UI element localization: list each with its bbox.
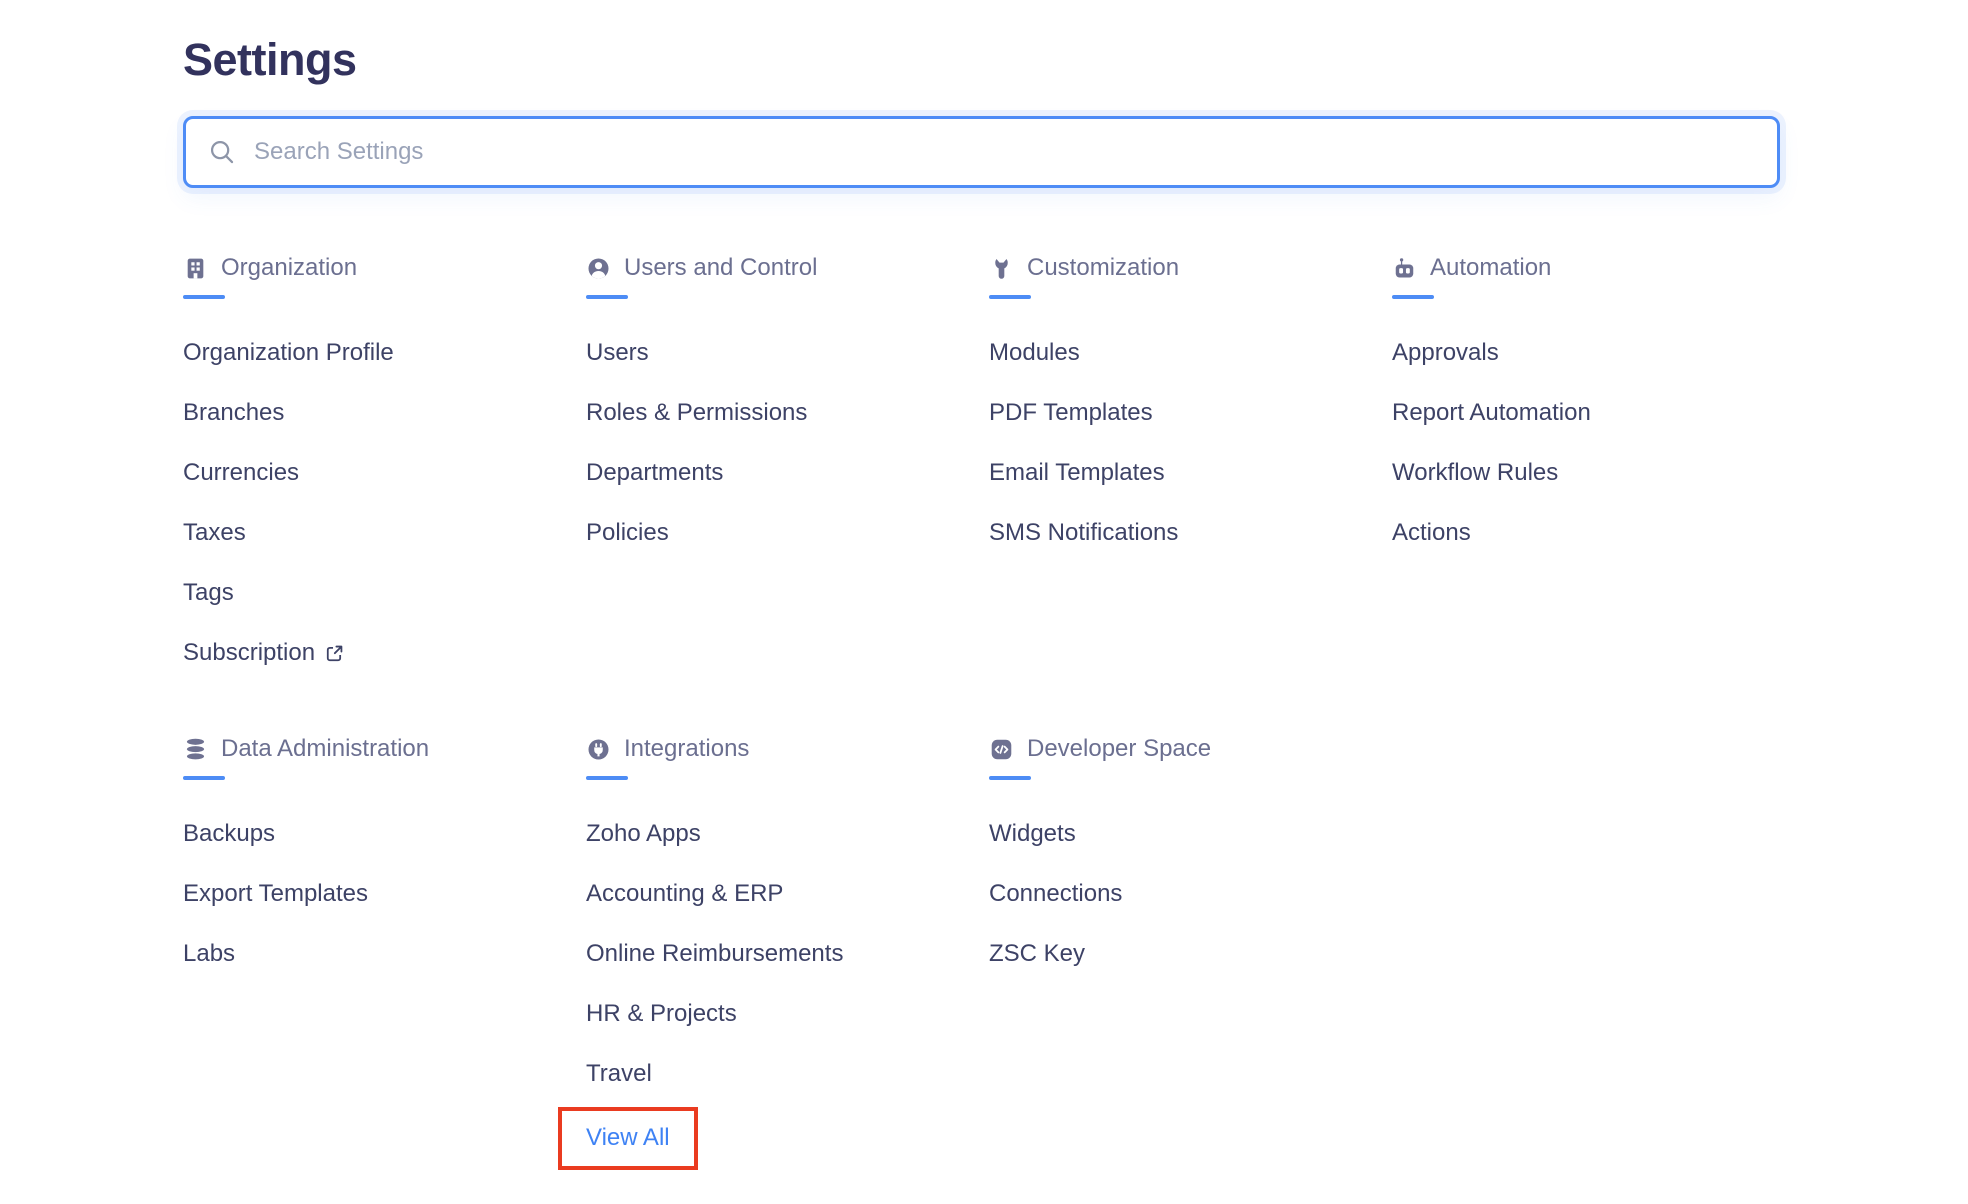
section-accent-underline bbox=[183, 295, 225, 299]
section-customization-header: Customization bbox=[989, 252, 1392, 284]
settings-link-tags[interactable]: Tags bbox=[183, 563, 234, 623]
settings-link-branches[interactable]: Branches bbox=[183, 383, 284, 443]
settings-link-users[interactable]: Users bbox=[586, 323, 649, 383]
subscription-label: Subscription bbox=[183, 638, 315, 668]
section-accent-underline bbox=[586, 776, 628, 780]
settings-link-widgets[interactable]: Widgets bbox=[989, 804, 1076, 864]
section-customization: Customization Modules PDF Templates Emai… bbox=[989, 252, 1392, 683]
settings-link-subscription[interactable]: Subscription bbox=[183, 623, 345, 683]
search-bar[interactable] bbox=[183, 116, 1780, 188]
section-integrations: Integrations Zoho Apps Accounting & ERP … bbox=[586, 733, 989, 1170]
section-organization: Organization Organization Profile Branch… bbox=[183, 252, 586, 683]
section-data-administration-header: Data Administration bbox=[183, 733, 586, 765]
robot-icon bbox=[1392, 256, 1417, 281]
section-integrations-title: Integrations bbox=[624, 735, 749, 763]
settings-link-backups[interactable]: Backups bbox=[183, 804, 275, 864]
settings-link-zoho-apps[interactable]: Zoho Apps bbox=[586, 804, 701, 864]
settings-page: Settings Organiz bbox=[0, 0, 1968, 1204]
code-icon bbox=[989, 737, 1014, 762]
section-developer-space-title: Developer Space bbox=[1027, 735, 1211, 763]
settings-link-online-reimbursements[interactable]: Online Reimbursements bbox=[586, 924, 843, 984]
settings-link-travel[interactable]: Travel bbox=[586, 1044, 652, 1104]
section-data-administration-title: Data Administration bbox=[221, 735, 429, 763]
section-automation: Automation Approvals Report Automation W… bbox=[1392, 252, 1795, 683]
settings-link-actions[interactable]: Actions bbox=[1392, 503, 1471, 563]
search-icon bbox=[208, 138, 236, 166]
search-input[interactable] bbox=[252, 137, 1755, 167]
section-automation-header: Automation bbox=[1392, 252, 1795, 284]
section-organization-header: Organization bbox=[183, 252, 586, 284]
page-title: Settings bbox=[183, 34, 1968, 86]
section-users-and-control: Users and Control Users Roles & Permissi… bbox=[586, 252, 989, 683]
settings-link-organization-profile[interactable]: Organization Profile bbox=[183, 323, 394, 383]
settings-link-connections[interactable]: Connections bbox=[989, 864, 1122, 924]
database-icon bbox=[183, 737, 208, 762]
plug-circle-icon bbox=[586, 737, 611, 762]
section-accent-underline bbox=[183, 776, 225, 780]
section-automation-title: Automation bbox=[1430, 254, 1551, 282]
section-customization-title: Customization bbox=[1027, 254, 1179, 282]
settings-link-hr-projects[interactable]: HR & Projects bbox=[586, 984, 737, 1044]
settings-link-zsc-key[interactable]: ZSC Key bbox=[989, 924, 1085, 984]
section-developer-space: Developer Space Widgets Connections ZSC … bbox=[989, 733, 1392, 1170]
wrench-icon bbox=[989, 256, 1014, 281]
settings-link-pdf-templates[interactable]: PDF Templates bbox=[989, 383, 1153, 443]
section-users-and-control-header: Users and Control bbox=[586, 252, 989, 284]
settings-link-export-templates[interactable]: Export Templates bbox=[183, 864, 368, 924]
settings-link-report-automation[interactable]: Report Automation bbox=[1392, 383, 1591, 443]
section-accent-underline bbox=[1392, 295, 1434, 299]
settings-link-labs[interactable]: Labs bbox=[183, 924, 235, 984]
settings-link-sms-notifications[interactable]: SMS Notifications bbox=[989, 503, 1178, 563]
section-data-administration: Data Administration Backups Export Templ… bbox=[183, 733, 586, 1170]
settings-link-taxes[interactable]: Taxes bbox=[183, 503, 246, 563]
settings-link-modules[interactable]: Modules bbox=[989, 323, 1080, 383]
external-link-icon bbox=[324, 643, 345, 664]
settings-link-approvals[interactable]: Approvals bbox=[1392, 323, 1499, 383]
view-all-link[interactable]: View All bbox=[586, 1124, 670, 1151]
user-circle-icon bbox=[586, 256, 611, 281]
section-organization-title: Organization bbox=[221, 254, 357, 282]
settings-link-email-templates[interactable]: Email Templates bbox=[989, 443, 1165, 503]
settings-link-accounting-erp[interactable]: Accounting & ERP bbox=[586, 864, 783, 924]
settings-link-roles-permissions[interactable]: Roles & Permissions bbox=[586, 383, 807, 443]
view-all-highlight-rectangle: View All bbox=[558, 1107, 698, 1170]
section-accent-underline bbox=[989, 295, 1031, 299]
building-icon bbox=[183, 256, 208, 281]
settings-link-workflow-rules[interactable]: Workflow Rules bbox=[1392, 443, 1558, 503]
section-accent-underline bbox=[586, 295, 628, 299]
section-users-and-control-title: Users and Control bbox=[624, 254, 817, 282]
section-accent-underline bbox=[989, 776, 1031, 780]
settings-link-currencies[interactable]: Currencies bbox=[183, 443, 299, 503]
section-integrations-header: Integrations bbox=[586, 733, 989, 765]
section-developer-space-header: Developer Space bbox=[989, 733, 1392, 765]
settings-link-policies[interactable]: Policies bbox=[586, 503, 669, 563]
settings-link-departments[interactable]: Departments bbox=[586, 443, 723, 503]
settings-sections: Organization Organization Profile Branch… bbox=[183, 252, 1968, 1170]
